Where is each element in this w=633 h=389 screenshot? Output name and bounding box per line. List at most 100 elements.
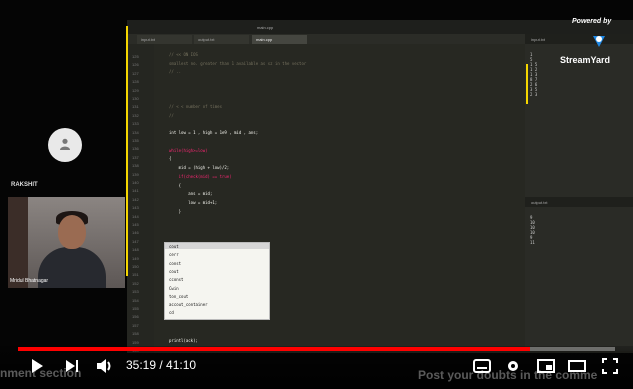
code-line: // < < number of times — [169, 104, 222, 110]
line-number: 145 — [132, 222, 139, 227]
streamyard-logo-icon — [593, 36, 605, 47]
line-number: 131 — [132, 104, 139, 110]
line-number: 136 — [132, 146, 139, 152]
line-number: 141 — [132, 188, 139, 194]
autocomplete-item[interactable]: cerr — [169, 252, 179, 257]
line-number: 135 — [132, 138, 139, 143]
code-line: while(high>=low) — [169, 147, 208, 153]
code-line: // .. — [169, 69, 182, 75]
line-number: 146 — [132, 230, 139, 236]
subtitles-icon[interactable] — [473, 359, 491, 373]
current-time: 35:19 — [126, 358, 157, 372]
settings-icon[interactable] — [505, 358, 521, 374]
line-number: 158 — [132, 331, 139, 337]
output-content: 9 10 10 10 9 11 — [530, 215, 535, 245]
line-number: 154 — [132, 297, 139, 303]
autocomplete-item[interactable]: accout_container — [169, 302, 208, 307]
autocomplete-item[interactable]: cout — [169, 244, 179, 249]
user-icon — [60, 138, 70, 150]
volume-icon[interactable] — [96, 358, 114, 374]
tab-main[interactable]: main.cpp — [252, 35, 307, 44]
streamyard-logo: StreamYard — [560, 55, 611, 65]
theater-icon[interactable] — [568, 359, 586, 373]
line-number: 140 — [132, 180, 139, 185]
scroll-indicator-2 — [526, 64, 528, 104]
streamyard-badge: Powered by StreamYard — [560, 18, 630, 66]
scroll-indicator — [126, 26, 128, 276]
miniplayer-icon[interactable] — [537, 359, 555, 373]
line-number: 142 — [132, 196, 139, 202]
next-icon[interactable] — [64, 358, 80, 374]
code-line: mid = (high + low)/2; — [169, 165, 230, 171]
code-line: { — [169, 182, 182, 188]
autocomplete-item[interactable]: const — [169, 261, 181, 266]
autocomplete-item[interactable]: cconst — [169, 277, 183, 282]
input-tab[interactable]: input.txt — [531, 37, 545, 42]
line-number: 155 — [132, 306, 139, 311]
autocomplete-menu[interactable]: cout cerr const cout cconst Cwin ton_coutaccou… — [164, 242, 270, 320]
speaker-name: RAKSHIT — [11, 182, 38, 188]
output-tab[interactable]: output.txt — [531, 200, 547, 205]
code-line: if(check(mid) == true) — [169, 173, 232, 179]
code-line: // << ON IOS — [169, 52, 198, 57]
line-number: 129 — [132, 87, 139, 93]
autocomplete-item[interactable]: ton_cout — [169, 294, 188, 299]
line-number: 133 — [132, 121, 139, 127]
line-number: 152 — [132, 280, 139, 286]
line-number: 128 — [132, 79, 139, 85]
person-head — [58, 215, 86, 249]
line-number-gutter: 125 126 127 128 129 130 131 132 133 134 135 136 137 1… — [127, 44, 154, 353]
line-number: 125 — [132, 54, 139, 59]
line-number: 132 — [132, 112, 139, 118]
line-number: 138 — [132, 163, 139, 169]
code-line: // — [169, 112, 174, 118]
play-icon[interactable] — [30, 358, 44, 374]
input-content: 1 5 1 5 1 2 1 3 8 7 2 6 3 5 2 3 — [530, 52, 538, 97]
line-number: 144 — [132, 213, 139, 219]
avatar — [48, 128, 82, 162]
line-number: 156 — [132, 314, 139, 320]
window-title: main.cpp — [257, 25, 274, 30]
output-panel: output.txt 9 10 10 10 9 11 — [525, 197, 633, 351]
line-number: 150 — [132, 264, 139, 269]
line-number: 134 — [132, 129, 139, 135]
fullscreen-icon[interactable] — [602, 358, 618, 374]
duration: 41:10 — [166, 358, 197, 372]
line-number: 127 — [132, 70, 139, 76]
line-number: 149 — [132, 255, 139, 261]
progress-bar[interactable] — [18, 347, 615, 351]
autocomplete-item[interactable]: cout — [169, 269, 179, 274]
time-display: 35:19 / 41:10 — [126, 358, 197, 372]
line-number: 151 — [132, 272, 139, 278]
code-line: printl(ack); — [169, 338, 198, 343]
participant-panel: RAKSHIT Mridul Bhatnagar — [0, 0, 125, 389]
line-number: 153 — [132, 289, 139, 295]
editor-titlebar: main.cpp — [127, 20, 633, 34]
line-number: 148 — [132, 247, 139, 253]
code-line: int low = 1 , high = 1e9 , mid , ans; — [169, 130, 259, 136]
autocomplete-item[interactable]: cd — [169, 310, 174, 315]
webcam-feed — [8, 197, 125, 288]
progress-fill — [18, 347, 531, 351]
line-number: 143 — [132, 205, 139, 211]
player-controls: nment section Post your doubts in the co… — [0, 346, 633, 389]
tab-2[interactable]: output.txt — [194, 35, 249, 44]
code-line: ans = mid; — [169, 191, 213, 197]
code-line: { — [169, 156, 172, 162]
tabs-bar: input.txt output.txt main.cpp — [127, 34, 525, 44]
line-number: 137 — [132, 154, 139, 160]
autocomplete-selection — [165, 243, 269, 249]
bookshelf — [8, 197, 28, 288]
code-line: low = mid+1; — [169, 199, 218, 205]
autocomplete-item[interactable]: Cwin — [169, 286, 179, 291]
output-panel-head: output.txt — [525, 197, 633, 207]
tab-1[interactable]: input.txt — [137, 35, 192, 44]
code-line: smallest no. greater than 1 available as… — [169, 60, 307, 66]
line-number: 159 — [132, 339, 139, 345]
line-number: 147 — [132, 238, 139, 244]
line-number: 126 — [132, 62, 139, 68]
line-number: 139 — [132, 171, 139, 177]
powered-by-label: Powered by — [572, 18, 612, 25]
code-line: } — [169, 208, 182, 214]
line-number: 130 — [132, 96, 139, 101]
